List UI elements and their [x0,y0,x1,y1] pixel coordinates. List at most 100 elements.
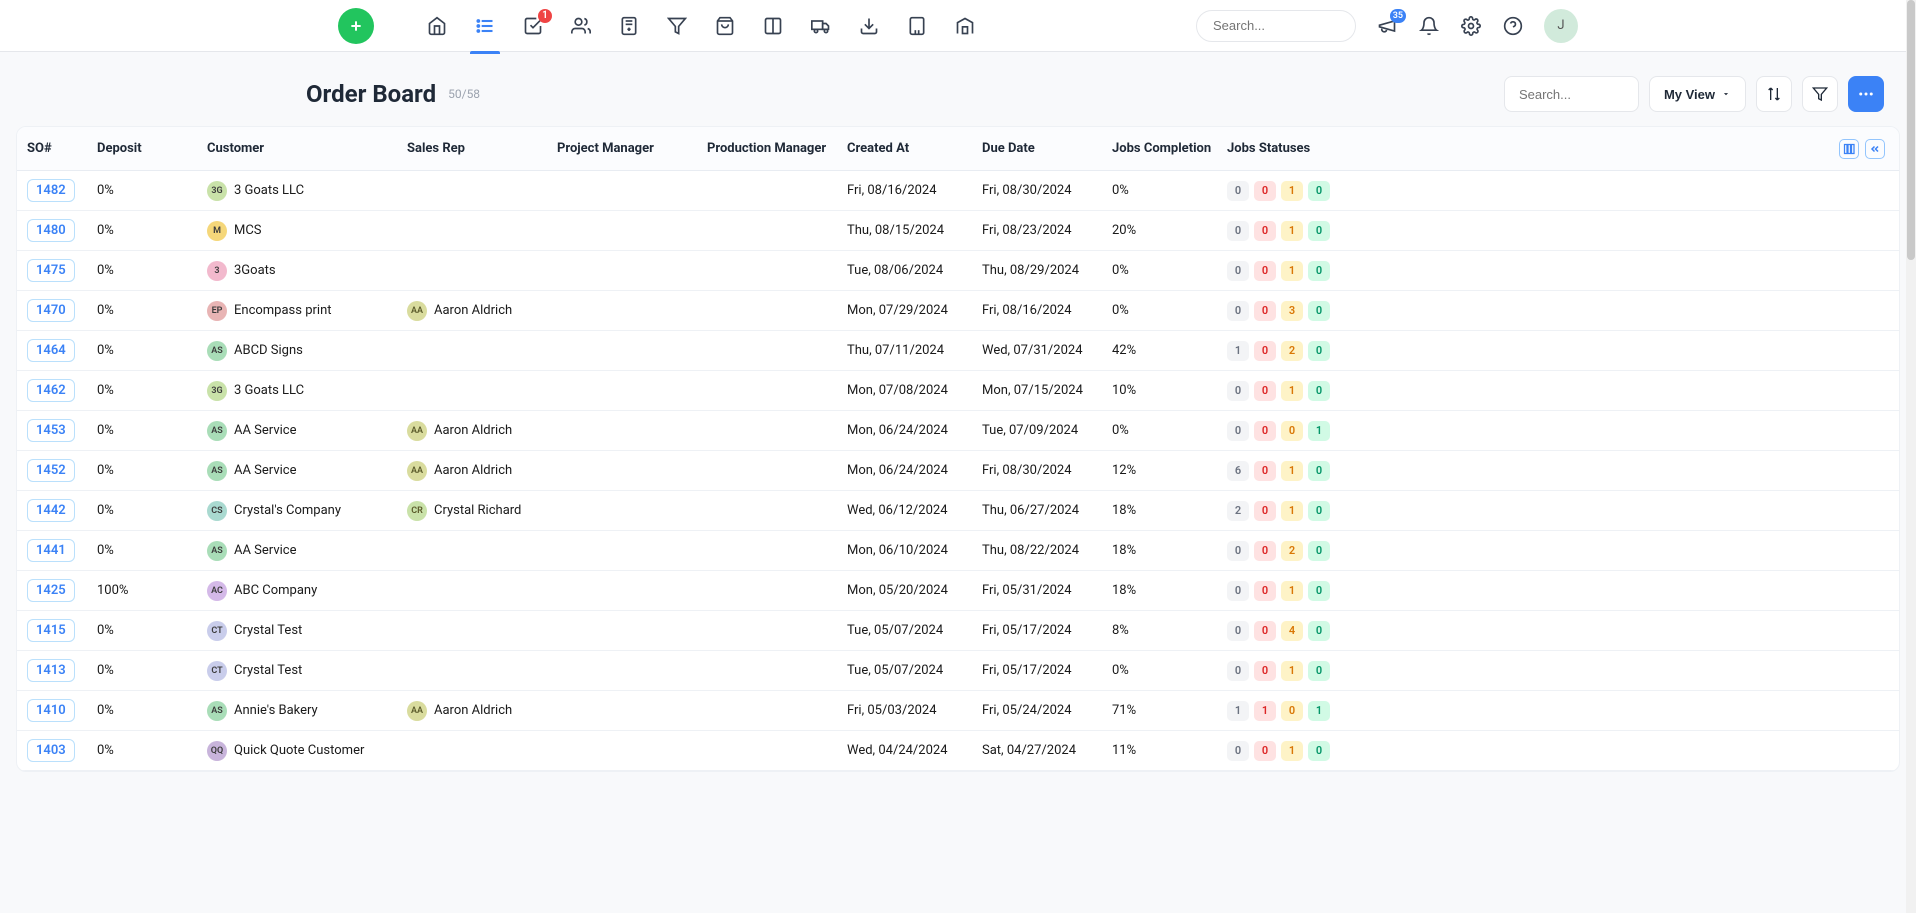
so-link[interactable]: 1425 [27,579,75,602]
table-row[interactable]: 1442 0% CS Crystal's Company CR Crystal … [17,491,1899,531]
customer-name: Encompass print [234,303,332,318]
cart-icon[interactable] [714,15,736,37]
so-link[interactable]: 1442 [27,499,75,522]
so-link[interactable]: 1441 [27,539,75,562]
page-tools: My View [1504,76,1884,112]
home-icon[interactable] [426,15,448,37]
avatar: AA [407,421,427,441]
deposit-cell: 0% [97,303,207,318]
customer-name: AA Service [234,543,296,558]
col-created-at[interactable]: Created At [847,141,982,156]
col-due-date[interactable]: Due Date [982,141,1112,156]
status-badge: 0 [1308,381,1330,401]
completion-cell: 11% [1112,743,1227,758]
table-row[interactable]: 1410 0% AS Annie's Bakery AA Aaron Aldri… [17,691,1899,731]
global-search-input[interactable] [1196,10,1356,42]
scrollbar[interactable] [1906,0,1916,913]
table-body: 1482 0% 3G 3 Goats LLC Fri, 08/16/2024 F… [17,171,1899,771]
so-link[interactable]: 1453 [27,419,75,442]
table-row[interactable]: 1403 0% QQ Quick Quote Customer Wed, 04/… [17,731,1899,771]
completion-cell: 18% [1112,583,1227,598]
avatar: CT [207,661,227,681]
help-icon[interactable] [1502,15,1524,37]
table-row[interactable]: 1452 0% AS AA Service AA Aaron Aldrich M… [17,451,1899,491]
collapse-icon[interactable] [1865,139,1885,159]
shipping-icon[interactable] [810,15,832,37]
customer-cell: 3 3Goats [207,261,407,281]
page-header: Order Board 50/58 My View [16,80,1900,126]
col-production-manager[interactable]: Production Manager [707,141,847,156]
deposit-cell: 0% [97,663,207,678]
status-badge: 1 [1281,581,1303,601]
so-link[interactable]: 1410 [27,699,75,722]
page-title: Order Board [306,80,436,108]
status-badge: 0 [1308,741,1330,761]
filter-icon[interactable] [666,15,688,37]
status-badge: 1 [1227,341,1249,361]
table-row[interactable]: 1415 0% CT Crystal Test Tue, 05/07/2024 … [17,611,1899,651]
tasks-badge: 1 [538,9,552,23]
table-row[interactable]: 1441 0% AS AA Service Mon, 06/10/2024 Th… [17,531,1899,571]
filter-button[interactable] [1802,76,1838,112]
funnel-icon [1812,86,1828,102]
board-search-input[interactable] [1504,76,1639,112]
table-row[interactable]: 1464 0% AS ABCD Signs Thu, 07/11/2024 We… [17,331,1899,371]
so-link[interactable]: 1475 [27,259,75,282]
tasks-icon[interactable]: 1 [522,15,544,37]
deposit-cell: 0% [97,623,207,638]
status-badge: 1 [1281,381,1303,401]
created-at-cell: Fri, 05/03/2024 [847,703,982,718]
so-link[interactable]: 1480 [27,219,75,242]
col-sales-rep[interactable]: Sales Rep [407,141,557,156]
invoice-icon[interactable] [618,15,640,37]
col-jobs-completion[interactable]: Jobs Completion [1112,141,1227,156]
so-link[interactable]: 1413 [27,659,75,682]
table-row[interactable]: 1482 0% 3G 3 Goats LLC Fri, 08/16/2024 F… [17,171,1899,211]
settings-icon[interactable] [1460,15,1482,37]
campaign-icon[interactable]: 35 [1376,15,1398,37]
so-link[interactable]: 1415 [27,619,75,642]
sort-button[interactable] [1756,76,1792,112]
col-so[interactable]: SO# [27,141,97,156]
customers-icon[interactable] [570,15,592,37]
table-row[interactable]: 1425 100% AC ABC Company Mon, 05/20/2024… [17,571,1899,611]
status-badge: 0 [1308,501,1330,521]
bell-icon[interactable] [1418,15,1440,37]
sales-rep-name: Aaron Aldrich [434,423,512,438]
col-jobs-statuses[interactable]: Jobs Statuses [1227,141,1829,156]
view-selector[interactable]: My View [1649,76,1746,112]
due-date-cell: Wed, 07/31/2024 [982,343,1112,358]
inbox-icon[interactable] [858,15,880,37]
col-project-manager[interactable]: Project Manager [557,141,707,156]
add-button[interactable] [338,8,374,44]
so-link[interactable]: 1452 [27,459,75,482]
due-date-cell: Fri, 08/23/2024 [982,223,1112,238]
so-link[interactable]: 1462 [27,379,75,402]
book-icon[interactable] [762,15,784,37]
list-icon[interactable] [474,15,496,37]
statuses-cell: 0 0 1 0 [1227,221,1829,241]
customer-name: MCS [234,223,262,238]
table-row[interactable]: 1453 0% AS AA Service AA Aaron Aldrich M… [17,411,1899,451]
so-link[interactable]: 1403 [27,739,75,762]
statuses-cell: 0 0 1 0 [1227,181,1829,201]
table-row[interactable]: 1470 0% EP Encompass print AA Aaron Aldr… [17,291,1899,331]
customer-cell: M MCS [207,221,407,241]
status-badge: 0 [1227,221,1249,241]
scrollbar-thumb[interactable] [1907,0,1915,260]
building-icon[interactable] [906,15,928,37]
so-link[interactable]: 1470 [27,299,75,322]
so-link[interactable]: 1464 [27,339,75,362]
table-row[interactable]: 1475 0% 3 3Goats Tue, 08/06/2024 Thu, 08… [17,251,1899,291]
table-row[interactable]: 1462 0% 3G 3 Goats LLC Mon, 07/08/2024 M… [17,371,1899,411]
warehouse-icon[interactable] [954,15,976,37]
col-customer[interactable]: Customer [207,141,407,156]
more-button[interactable] [1848,76,1884,112]
status-badge: 0 [1227,301,1249,321]
table-row[interactable]: 1413 0% CT Crystal Test Tue, 05/07/2024 … [17,651,1899,691]
col-deposit[interactable]: Deposit [97,141,207,156]
user-avatar[interactable]: J [1544,9,1578,43]
table-row[interactable]: 1480 0% M MCS Thu, 08/15/2024 Fri, 08/23… [17,211,1899,251]
so-link[interactable]: 1482 [27,179,75,202]
columns-icon[interactable] [1839,139,1859,159]
